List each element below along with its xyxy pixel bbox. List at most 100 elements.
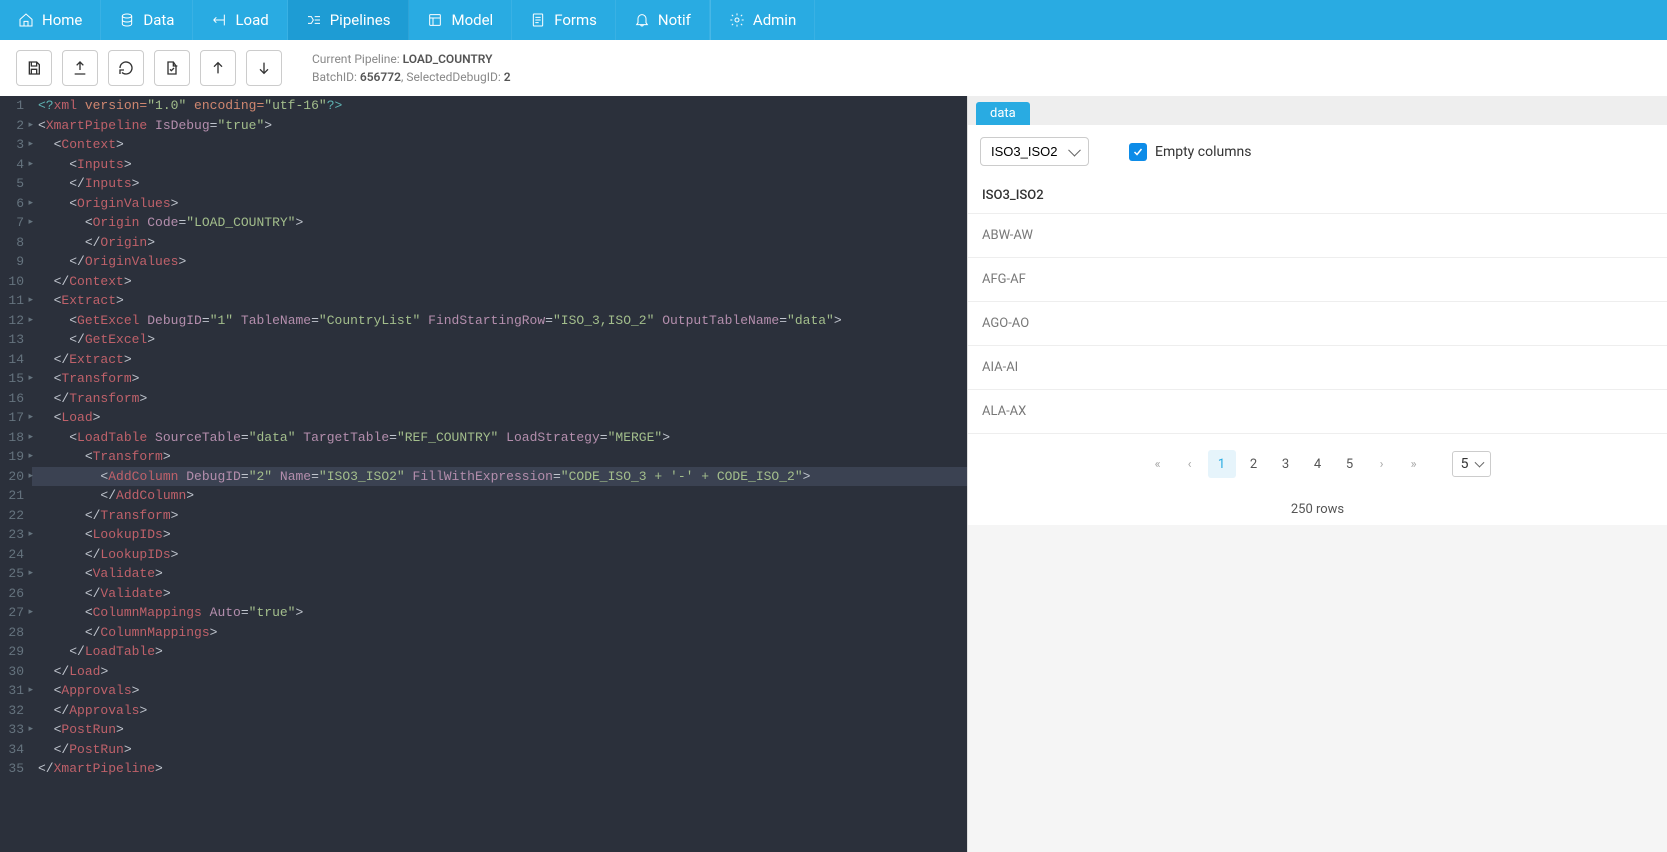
load-icon — [211, 12, 227, 28]
nav-admin[interactable]: Admin — [711, 0, 815, 40]
code-line[interactable]: 3▸ <Context> — [0, 135, 967, 155]
pager-next[interactable]: › — [1368, 450, 1396, 478]
code-line[interactable]: 6▸ <OriginValues> — [0, 194, 967, 214]
column-header[interactable]: ISO3_ISO2 — [968, 178, 1667, 214]
code-line[interactable]: 30 </Load> — [0, 662, 967, 682]
code-line[interactable]: 33▸ <PostRun> — [0, 720, 967, 740]
code-line[interactable]: 2▸<XmartPipeline IsDebug="true"> — [0, 116, 967, 136]
page-size-select[interactable]: 5 — [1452, 451, 1492, 477]
nav-label: Model — [451, 11, 493, 29]
code-line[interactable]: 25▸ <Validate> — [0, 564, 967, 584]
save-button[interactable] — [16, 50, 52, 86]
code-line[interactable]: 27▸ <ColumnMappings Auto="true"> — [0, 603, 967, 623]
code-line[interactable]: 21 </AddColumn> — [0, 486, 967, 506]
code-line[interactable]: 24 </LookupIDs> — [0, 545, 967, 565]
code-line[interactable]: 18▸ <LoadTable SourceTable="data" Target… — [0, 428, 967, 448]
code-line[interactable]: 9 </OriginValues> — [0, 252, 967, 272]
table-row[interactable]: AGO-AO — [968, 302, 1667, 346]
code-line[interactable]: 5 </Inputs> — [0, 174, 967, 194]
forms-icon — [530, 12, 546, 28]
nav-home[interactable]: Home — [0, 0, 101, 40]
export-button[interactable] — [154, 50, 190, 86]
nav-model[interactable]: Model — [409, 0, 512, 40]
code-line[interactable]: 11▸ <Extract> — [0, 291, 967, 311]
pager: «‹12345›»5 — [968, 434, 1667, 494]
pager-page-4[interactable]: 4 — [1304, 450, 1332, 478]
pipeline-name: LOAD_COUNTRY — [403, 52, 493, 66]
upload-button[interactable] — [62, 50, 98, 86]
code-line[interactable]: 23▸ <LookupIDs> — [0, 525, 967, 545]
panel-tabs: data — [968, 96, 1667, 125]
code-line[interactable]: 13 </GetExcel> — [0, 330, 967, 350]
code-editor[interactable]: 1<?xml version="1.0" encoding="utf-16"?>… — [0, 96, 967, 852]
main: 1<?xml version="1.0" encoding="utf-16"?>… — [0, 96, 1667, 852]
data-table: ISO3_ISO2 ABW-AWAFG-AFAGO-AOAIA-AIALA-AX — [968, 178, 1667, 434]
code-line[interactable]: 20▸ <AddColumn DebugID="2" Name="ISO3_IS… — [0, 467, 967, 487]
table-row[interactable]: ABW-AW — [968, 214, 1667, 258]
panel-controls: ISO3_ISO2 Empty columns — [968, 125, 1667, 178]
bell-icon — [634, 12, 650, 28]
code-line[interactable]: 35</XmartPipeline> — [0, 759, 967, 779]
code-line[interactable]: 28 </ColumnMappings> — [0, 623, 967, 643]
nav-data[interactable]: Data — [101, 0, 193, 40]
pager-first[interactable]: « — [1144, 450, 1172, 478]
code-line[interactable]: 26 </Validate> — [0, 584, 967, 604]
code-line[interactable]: 29 </LoadTable> — [0, 642, 967, 662]
nav-label: Home — [42, 11, 82, 29]
nav-label: Data — [143, 11, 174, 29]
code-line[interactable]: 19▸ <Transform> — [0, 447, 967, 467]
batch-id: 656772 — [360, 70, 401, 84]
code-line[interactable]: 7▸ <Origin Code="LOAD_COUNTRY"> — [0, 213, 967, 233]
top-nav: Home Data Load Pipelines Model Forms Notif Admi… — [0, 0, 1667, 40]
table-row[interactable]: AIA-AI — [968, 346, 1667, 390]
code-line[interactable]: 32 </Approvals> — [0, 701, 967, 721]
nav-label: Forms — [554, 11, 597, 29]
code-line[interactable]: 22 </Transform> — [0, 506, 967, 526]
pager-last[interactable]: » — [1400, 450, 1428, 478]
reload-button[interactable] — [108, 50, 144, 86]
code-line[interactable]: 10 </Context> — [0, 272, 967, 292]
nav-notif[interactable]: Notif — [616, 0, 710, 40]
empty-columns-toggle[interactable]: Empty columns — [1129, 143, 1251, 161]
pager-page-2[interactable]: 2 — [1240, 450, 1268, 478]
pager-prev[interactable]: ‹ — [1176, 450, 1204, 478]
debug-id: 2 — [504, 70, 511, 84]
code-line[interactable]: 34 </PostRun> — [0, 740, 967, 760]
pager-page-1[interactable]: 1 — [1208, 450, 1236, 478]
nav-label: Notif — [658, 11, 691, 29]
toolbar: Current Pipeline: LOAD_COUNTRY BatchID: … — [0, 40, 1667, 96]
code-line[interactable]: 31▸ <Approvals> — [0, 681, 967, 701]
code-line[interactable]: 12▸ <GetExcel DebugID="1" TableName="Cou… — [0, 311, 967, 331]
arrow-down-button[interactable] — [246, 50, 282, 86]
code-line[interactable]: 14 </Extract> — [0, 350, 967, 370]
code-line[interactable]: 16 </Transform> — [0, 389, 967, 409]
column-select[interactable]: ISO3_ISO2 — [980, 137, 1089, 166]
pager-page-3[interactable]: 3 — [1272, 450, 1300, 478]
code-line[interactable]: 17▸ <Load> — [0, 408, 967, 428]
data-panel: data ISO3_ISO2 Empty columns ISO3_ISO2 A… — [967, 96, 1667, 852]
batch-label: BatchID: — [312, 70, 360, 84]
pipeline-info: Current Pipeline: LOAD_COUNTRY BatchID: … — [312, 50, 511, 86]
arrow-up-button[interactable] — [200, 50, 236, 86]
nav-load[interactable]: Load — [193, 0, 287, 40]
code-line[interactable]: 15▸ <Transform> — [0, 369, 967, 389]
code-line[interactable]: 1<?xml version="1.0" encoding="utf-16"?> — [0, 96, 967, 116]
pipeline-label: Current Pipeline: — [312, 52, 403, 66]
nav-pipelines[interactable]: Pipelines — [288, 0, 410, 40]
checkbox-icon — [1129, 143, 1147, 161]
nav-label: Load — [235, 11, 268, 29]
code-line[interactable]: 8 </Origin> — [0, 233, 967, 253]
home-icon — [18, 12, 34, 28]
tab-data[interactable]: data — [976, 102, 1030, 125]
table-row[interactable]: AFG-AF — [968, 258, 1667, 302]
pipe-icon — [306, 12, 322, 28]
debug-label: , SelectedDebugID: — [401, 70, 504, 84]
row-count: 250 rows — [968, 494, 1667, 525]
model-icon — [427, 12, 443, 28]
table-row[interactable]: ALA-AX — [968, 390, 1667, 434]
empty-columns-label: Empty columns — [1155, 144, 1251, 160]
pager-page-5[interactable]: 5 — [1336, 450, 1364, 478]
nav-forms[interactable]: Forms — [512, 0, 616, 40]
nav-label: Admin — [753, 11, 796, 29]
code-line[interactable]: 4▸ <Inputs> — [0, 155, 967, 175]
